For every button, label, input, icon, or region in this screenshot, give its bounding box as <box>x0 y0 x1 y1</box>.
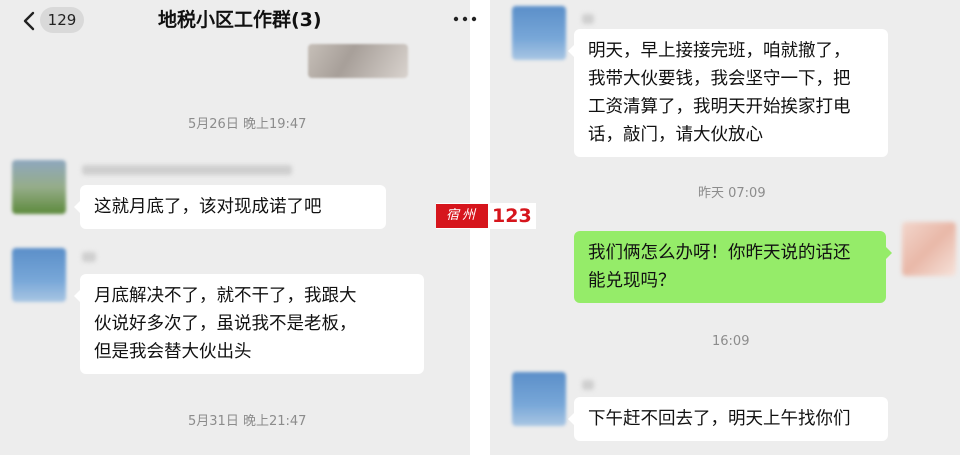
timestamp: 5月26日 晚上19:47 <box>188 117 307 132</box>
message-line: 伙说好多次了，虽说我不是老板， <box>94 314 357 334</box>
message-line: 我们俩怎么办呀！你昨天说的话还 <box>588 243 851 263</box>
my-avatar[interactable] <box>902 222 956 276</box>
my-message-bubble[interactable]: 我们俩怎么办呀！你昨天说的话还 能兑现吗？ <box>574 231 892 303</box>
sender-name <box>582 380 594 390</box>
message-line: 明天，早上接接完班，咱就撤了， <box>588 41 851 61</box>
message-bubble[interactable]: 这就月底了，该对现成诺了吧 <box>74 185 386 229</box>
right-chat-panel: 明天，早上接接完班，咱就撤了， 我带大伙要钱，我会坚守一下，把 工资清算了，我明… <box>490 0 960 455</box>
chevron-left-icon[interactable] <box>20 10 40 32</box>
avatar[interactable] <box>512 6 566 60</box>
chat-title: 地税小区工作群(3) <box>158 9 322 31</box>
message-line: 我带大伙要钱，我会坚守一下，把 <box>588 69 851 89</box>
sender-name <box>582 14 594 24</box>
message-line: 能兑现吗？ <box>588 271 676 291</box>
avatar[interactable] <box>12 248 66 302</box>
avatar[interactable] <box>12 160 66 214</box>
image-message[interactable] <box>308 44 408 78</box>
message-line: 这就月底了，该对现成诺了吧 <box>94 197 322 217</box>
watermark-seal: 宿州 <box>436 204 488 228</box>
timestamp: 昨天 07:09 <box>698 186 766 201</box>
message-line: 月底解决不了，就不干了，我跟大 <box>94 286 357 306</box>
watermark-number: 123 <box>492 205 532 227</box>
message-bubble[interactable]: 下午赶不回去了，明天上午找你们 <box>568 397 888 441</box>
sender-name <box>82 165 292 175</box>
message-bubble[interactable]: 月底解决不了，就不干了，我跟大 伙说好多次了，虽说我不是老板， 但是我会替大伙出… <box>74 274 424 374</box>
timestamp: 5月31日 晚上21:47 <box>188 414 307 429</box>
message-bubble[interactable]: 明天，早上接接完班，咱就撤了， 我带大伙要钱，我会坚守一下，把 工资清算了，我明… <box>568 29 888 157</box>
message-line: 工资清算了，我明天开始挨家打电 <box>588 97 851 117</box>
more-dots-icon[interactable] <box>452 12 478 26</box>
message-line: 话，敲门，请大伙放心 <box>588 125 763 145</box>
chat-header: 129 地税小区工作群(3) <box>0 0 470 44</box>
message-line: 下午赶不回去了，明天上午找你们 <box>588 409 851 429</box>
sender-name <box>82 252 96 262</box>
watermark-logo: 宿州 123 <box>436 203 536 229</box>
avatar[interactable] <box>512 372 566 426</box>
left-chat-panel: 129 地税小区工作群(3) 5月26日 晚上19:47 这就月底了，该对现成诺… <box>0 0 470 455</box>
timestamp: 16:09 <box>712 334 750 349</box>
message-line: 但是我会替大伙出头 <box>94 342 252 362</box>
unread-count-badge[interactable]: 129 <box>40 7 84 33</box>
